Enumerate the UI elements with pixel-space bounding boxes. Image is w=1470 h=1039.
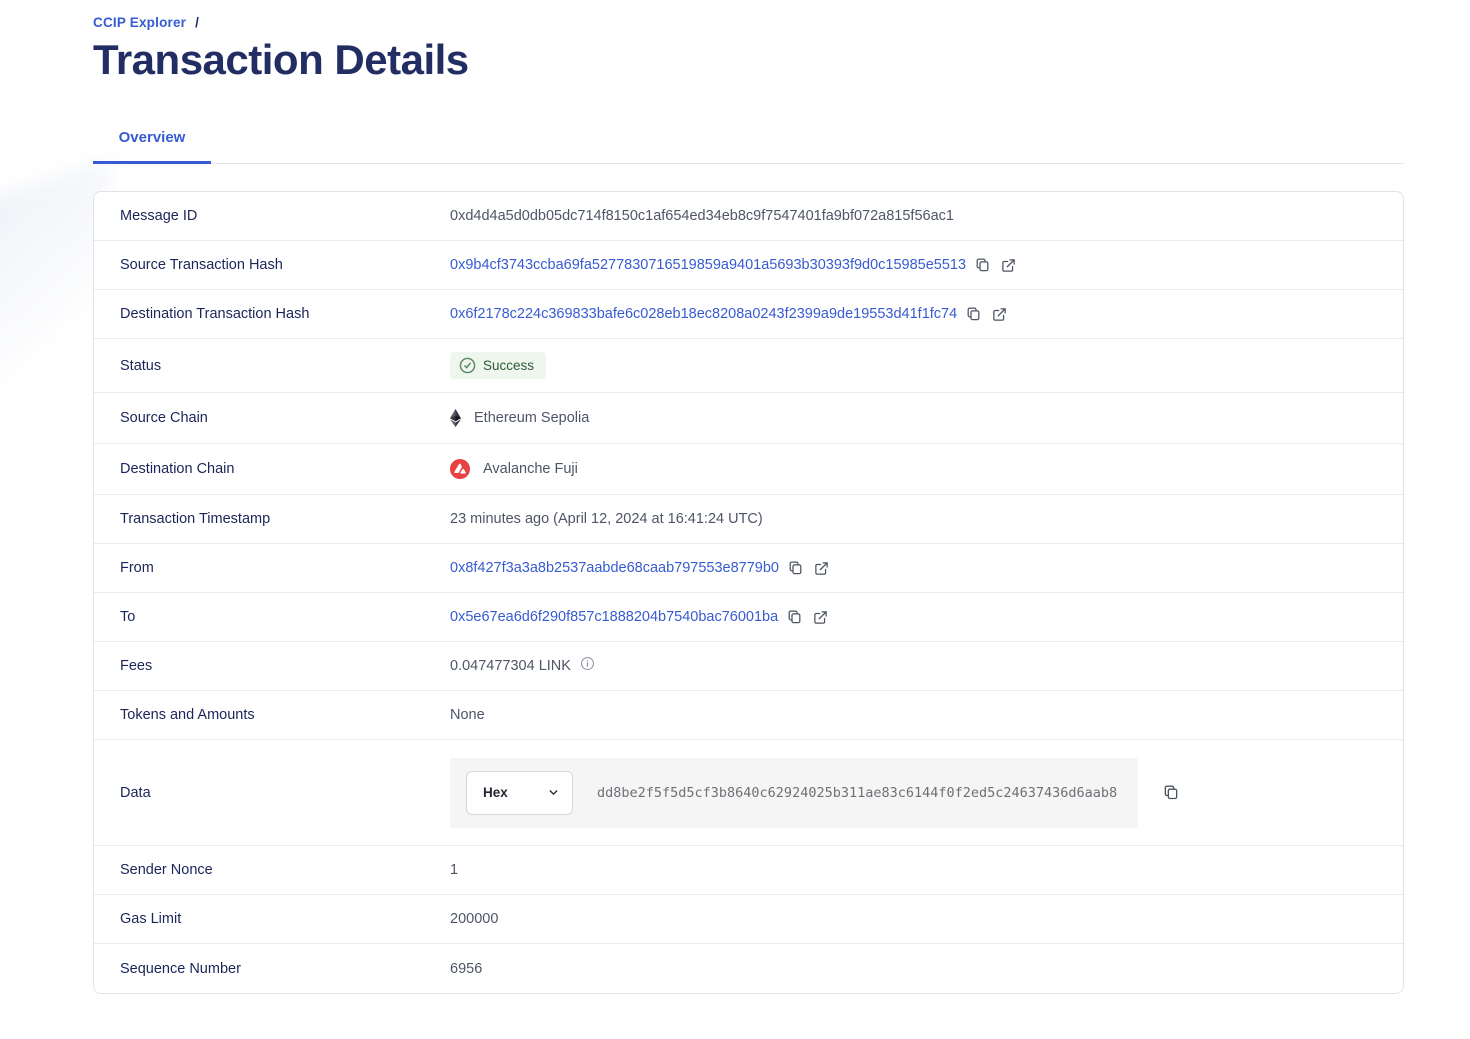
destination-tx-hash-link[interactable]: 0x6f2178c224c369833bafe6c028eb18ec8208a0… bbox=[450, 306, 957, 322]
row-tokens-and-amounts: Tokens and Amounts None bbox=[94, 691, 1403, 740]
row-sequence-number: Sequence Number 6956 bbox=[94, 944, 1403, 993]
to-address-link[interactable]: 0x5e67ea6d6f290f857c1888204b7540bac76001… bbox=[450, 609, 778, 625]
row-gas-limit: Gas Limit 200000 bbox=[94, 895, 1403, 944]
breadcrumb: CCIP Explorer / bbox=[93, 15, 1404, 30]
source-tx-hash-link[interactable]: 0x9b4cf3743ccba69fa5277830716519859a9401… bbox=[450, 257, 966, 273]
tokens-label: Tokens and Amounts bbox=[94, 707, 450, 723]
breadcrumb-separator: / bbox=[195, 15, 199, 30]
external-link-icon[interactable] bbox=[1001, 258, 1016, 273]
row-from: From 0x8f427f3a3a8b2537aabde68caab797553… bbox=[94, 544, 1403, 593]
copy-icon[interactable] bbox=[788, 560, 803, 576]
gas-limit-value: 200000 bbox=[450, 911, 498, 927]
sender-nonce-value: 1 bbox=[450, 862, 458, 878]
source-chain-value: Ethereum Sepolia bbox=[450, 409, 589, 427]
row-source-chain: Source Chain Ethereum Sepolia bbox=[94, 393, 1403, 444]
data-format-select[interactable]: Hex bbox=[466, 771, 573, 815]
destination-chain-name: Avalanche Fuji bbox=[483, 461, 578, 477]
external-link-icon[interactable] bbox=[992, 307, 1007, 322]
message-id-label: Message ID bbox=[94, 208, 450, 224]
row-destination-tx-hash: Destination Transaction Hash 0x6f2178c22… bbox=[94, 290, 1403, 339]
source-tx-hash-label: Source Transaction Hash bbox=[94, 257, 450, 273]
tab-bar: Overview bbox=[93, 129, 1404, 164]
status-text: Success bbox=[483, 358, 534, 373]
row-fees: Fees 0.047477304 LINK bbox=[94, 642, 1403, 691]
status-badge: Success bbox=[450, 352, 546, 379]
transaction-details-card: Message ID 0xd4d4a5d0db05dc714f8150c1af6… bbox=[93, 191, 1404, 994]
copy-icon[interactable] bbox=[966, 306, 981, 322]
destination-tx-hash-label: Destination Transaction Hash bbox=[94, 306, 450, 322]
fees-label: Fees bbox=[94, 658, 450, 674]
row-status: Status Success bbox=[94, 339, 1403, 393]
gas-limit-label: Gas Limit bbox=[94, 911, 450, 927]
timestamp-value: 23 minutes ago (April 12, 2024 at 16:41:… bbox=[450, 511, 763, 527]
row-sender-nonce: Sender Nonce 1 bbox=[94, 846, 1403, 895]
external-link-icon[interactable] bbox=[813, 610, 828, 625]
info-icon[interactable] bbox=[580, 656, 595, 671]
sequence-number-value: 6956 bbox=[450, 961, 482, 977]
copy-icon[interactable] bbox=[975, 257, 990, 273]
row-to: To 0x5e67ea6d6f290f857c1888204b7540bac76… bbox=[94, 593, 1403, 642]
data-hex-value: dd8be2f5f5d5cf3b8640c62924025b311ae83c61… bbox=[597, 785, 1117, 801]
row-transaction-timestamp: Transaction Timestamp 23 minutes ago (Ap… bbox=[94, 495, 1403, 544]
source-chain-label: Source Chain bbox=[94, 410, 450, 426]
data-box: Hex dd8be2f5f5d5cf3b8640c62924025b311ae8… bbox=[450, 758, 1138, 828]
copy-icon[interactable] bbox=[787, 609, 802, 625]
status-label: Status bbox=[94, 358, 450, 374]
destination-chain-value: Avalanche Fuji bbox=[450, 459, 578, 479]
tab-overview[interactable]: Overview bbox=[93, 129, 211, 164]
message-id-value: 0xd4d4a5d0db05dc714f8150c1af654ed34eb8c9… bbox=[450, 208, 954, 224]
data-format-value: Hex bbox=[483, 785, 508, 800]
ethereum-icon bbox=[450, 409, 461, 427]
row-message-id: Message ID 0xd4d4a5d0db05dc714f8150c1af6… bbox=[94, 192, 1403, 241]
sequence-number-label: Sequence Number bbox=[94, 961, 450, 977]
page-title: Transaction Details bbox=[93, 38, 1404, 82]
data-label: Data bbox=[94, 785, 450, 801]
row-destination-chain: Destination Chain Avalanche Fuji bbox=[94, 444, 1403, 495]
to-label: To bbox=[94, 609, 450, 625]
breadcrumb-link-ccip-explorer[interactable]: CCIP Explorer bbox=[93, 15, 186, 30]
source-chain-name: Ethereum Sepolia bbox=[474, 410, 589, 426]
avalanche-icon bbox=[450, 459, 470, 479]
from-address-link[interactable]: 0x8f427f3a3a8b2537aabde68caab797553e8779… bbox=[450, 560, 779, 576]
transaction-details-page: CCIP Explorer / Transaction Details Over… bbox=[0, 0, 1470, 994]
from-label: From bbox=[94, 560, 450, 576]
copy-icon[interactable] bbox=[1163, 784, 1179, 801]
destination-chain-label: Destination Chain bbox=[94, 461, 450, 477]
chevron-down-icon bbox=[547, 786, 560, 799]
fees-value: 0.047477304 LINK bbox=[450, 658, 571, 674]
sender-nonce-label: Sender Nonce bbox=[94, 862, 450, 878]
row-source-tx-hash: Source Transaction Hash 0x9b4cf3743ccba6… bbox=[94, 241, 1403, 290]
row-data: Data Hex dd8be2f5f5d5cf3b8640c62924025b3… bbox=[94, 740, 1403, 846]
check-circle-icon bbox=[459, 357, 476, 374]
external-link-icon[interactable] bbox=[814, 561, 829, 576]
timestamp-label: Transaction Timestamp bbox=[94, 511, 450, 527]
tokens-value: None bbox=[450, 707, 485, 723]
